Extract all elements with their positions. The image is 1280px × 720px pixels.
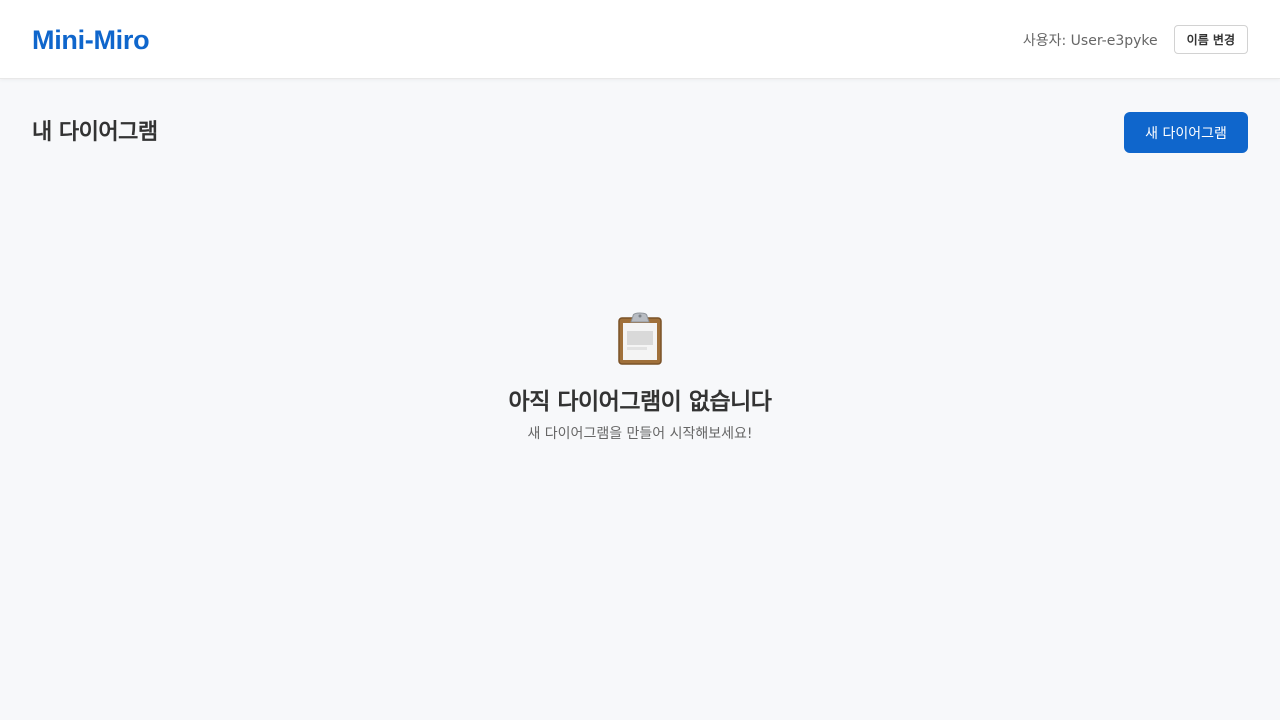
clipboard-icon	[618, 312, 662, 365]
empty-state: 아직 다이어그램이 없습니다 새 다이어그램을 만들어 시작해보세요!	[0, 312, 1280, 444]
user-label: 사용자: User-e3pyke	[1022, 32, 1158, 49]
page-title: 내 다이어그램	[32, 120, 158, 145]
new-diagram-button[interactable]: 새 다이어그램	[1124, 112, 1248, 153]
empty-state-title: 아직 다이어그램이 없습니다	[508, 389, 772, 415]
empty-state-subtitle: 새 다이어그램을 만들어 시작해보세요!	[527, 426, 753, 442]
app-header: Mini-Miro 사용자: User-e3pyke 이름 변경	[0, 0, 1280, 79]
app-logo[interactable]: Mini-Miro	[32, 24, 150, 56]
user-area: 사용자: User-e3pyke 이름 변경	[1023, 25, 1248, 54]
rename-button[interactable]: 이름 변경	[1173, 25, 1248, 54]
